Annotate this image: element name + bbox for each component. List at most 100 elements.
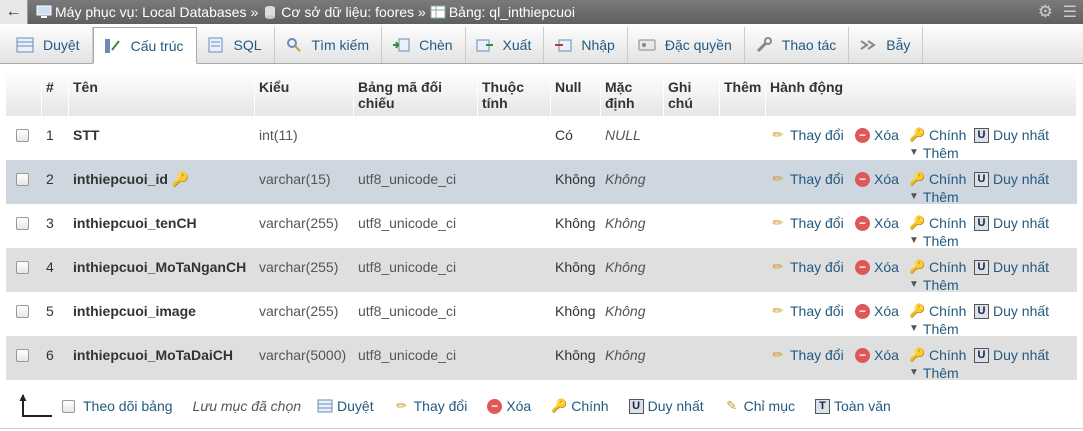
tab-export[interactable]: Xuất	[466, 27, 545, 63]
footer-fulltext-button[interactable]: T Toàn văn	[815, 398, 891, 414]
more-dropdown[interactable]: ▼ Thêm	[909, 277, 959, 293]
change-button[interactable]: ✏ Thay đổi	[770, 303, 844, 319]
menu-icon[interactable]: ☰	[1063, 2, 1077, 22]
footer-fulltext-label: Toàn văn	[834, 398, 891, 414]
footer-index-button[interactable]: ✎ Chỉ mục	[724, 398, 795, 414]
drop-button[interactable]: − Xóa	[855, 215, 899, 231]
tab-triggers[interactable]: Bẫy	[849, 27, 924, 63]
drop-button[interactable]: − Xóa	[855, 303, 899, 319]
pencil-icon: ✏	[396, 398, 408, 413]
column-name: inthiepcuoi_id	[73, 171, 168, 187]
tab-browse[interactable]: Duyệt	[6, 27, 93, 63]
change-button[interactable]: ✏ Thay đổi	[770, 347, 844, 363]
unique-button[interactable]: U Duy nhất	[974, 215, 1049, 231]
wrench-icon	[756, 37, 772, 53]
breadcrumb-table[interactable]: Bảng: ql_inthiepcuoi	[449, 4, 575, 20]
breadcrumb-server[interactable]: Máy phục vụ: Local Databases	[55, 4, 246, 20]
unique-button[interactable]: U Duy nhất	[974, 259, 1049, 275]
pencil-icon: ✏	[772, 303, 784, 318]
footer-change-button[interactable]: ✏ Thay đổi	[394, 398, 467, 414]
table-row: 2 inthiepcuoi_id 🔑 varchar(15) utf8_unicode_…	[6, 160, 1077, 205]
tab-operations[interactable]: Thao tác	[745, 27, 850, 63]
more-dropdown[interactable]: ▼ Thêm	[909, 233, 959, 249]
tab-import[interactable]: Nhập	[544, 27, 628, 63]
row-checkbox-cell	[6, 292, 42, 336]
check-all[interactable]: Theo dõi bảng	[62, 398, 173, 414]
primary-button[interactable]: 🔑 Chính	[909, 259, 966, 275]
sql-icon	[208, 37, 222, 53]
breadcrumb-bar: ← Máy phục vụ: Local Databases » Cơ sở d…	[0, 0, 1083, 24]
more-dropdown[interactable]: ▼ Thêm	[909, 321, 959, 337]
unique-button[interactable]: U Duy nhất	[974, 127, 1049, 143]
primary-key-icon: 🔑	[171, 171, 190, 187]
footer-unique-button[interactable]: U Duy nhất	[628, 398, 704, 414]
primary-button[interactable]: 🔑 Chính	[909, 303, 966, 319]
unique-icon: U	[974, 347, 989, 363]
unique-icon: U	[974, 127, 989, 143]
column-name: inthiepcuoi_tenCH	[73, 215, 197, 231]
change-button[interactable]: ✏ Thay đổi	[770, 127, 844, 143]
delete-icon: −	[487, 398, 503, 414]
row-checkbox-cell	[6, 248, 42, 292]
row-checkbox[interactable]	[16, 129, 29, 142]
tab-privileges[interactable]: Đặc quyền	[628, 27, 745, 63]
change-label: Thay đổi	[790, 347, 844, 363]
drop-button[interactable]: − Xóa	[855, 127, 899, 143]
more-dropdown[interactable]: ▼ Thêm	[909, 365, 959, 381]
more-label: Thêm	[922, 365, 959, 381]
row-checkbox[interactable]	[16, 173, 29, 186]
tab-search[interactable]: Tìm kiếm	[275, 27, 383, 63]
more-dropdown[interactable]: ▼ Thêm	[909, 145, 959, 161]
change-button[interactable]: ✏ Thay đổi	[770, 171, 844, 187]
row-checkbox[interactable]	[16, 217, 29, 230]
more-dropdown[interactable]: ▼ Thêm	[909, 189, 959, 205]
primary-label: Chính	[929, 127, 967, 143]
footer-drop-label: Xóa	[506, 398, 532, 414]
server-icon	[36, 5, 52, 18]
collapse-arrow-icon[interactable]: ←	[0, 0, 28, 24]
structure-icon	[104, 38, 120, 53]
row-type: varchar(5000)	[259, 347, 347, 363]
tab-insert[interactable]: Chèn	[382, 27, 466, 63]
change-button[interactable]: ✏ Thay đổi	[770, 259, 844, 275]
row-checkbox[interactable]	[16, 305, 29, 318]
primary-button[interactable]: 🔑 Chính	[909, 215, 966, 231]
unique-button[interactable]: U Duy nhất	[974, 303, 1049, 319]
unique-label: Duy nhất	[993, 127, 1050, 143]
select-arrow-icon: ▲	[16, 390, 62, 421]
unique-button[interactable]: U Duy nhất	[974, 347, 1049, 363]
privileges-icon	[638, 39, 656, 51]
primary-button[interactable]: 🔑 Chính	[909, 171, 966, 187]
footer-browse-button[interactable]: Duyệt	[317, 398, 374, 414]
key-icon: 🔑	[909, 215, 926, 230]
primary-button[interactable]: 🔑 Chính	[909, 127, 966, 143]
key-icon: 🔑	[909, 259, 926, 274]
check-all-checkbox[interactable]	[62, 399, 75, 413]
row-checkbox[interactable]	[16, 261, 29, 274]
primary-button[interactable]: 🔑 Chính	[909, 347, 966, 363]
search-icon	[286, 38, 301, 52]
drop-button[interactable]: − Xóa	[855, 171, 899, 187]
row-checkbox-cell	[6, 116, 42, 160]
footer-primary-button[interactable]: 🔑 Chính	[551, 398, 608, 414]
row-comments	[664, 116, 720, 160]
change-button[interactable]: ✏ Thay đổi	[770, 215, 844, 231]
import-icon	[555, 39, 572, 52]
row-default: Không	[605, 215, 646, 231]
breadcrumb-database[interactable]: Cơ sở dữ liệu: foores	[281, 4, 414, 20]
more-label: Thêm	[922, 189, 959, 205]
pencil-icon: ✏	[772, 347, 784, 362]
header-action: Hành động	[766, 72, 1077, 116]
drop-button[interactable]: − Xóa	[855, 347, 899, 363]
gear-icon[interactable]: ⚙	[1038, 2, 1053, 22]
tab-label: Thao tác	[781, 37, 837, 53]
footer-drop-button[interactable]: − Xóa	[487, 398, 531, 414]
drop-button[interactable]: − Xóa	[855, 259, 899, 275]
row-checkbox[interactable]	[16, 349, 29, 362]
unique-label: Duy nhất	[993, 215, 1050, 231]
tab-sql[interactable]: SQL	[197, 27, 275, 63]
more-label: Thêm	[922, 321, 959, 337]
tab-structure[interactable]: Cấu trúc	[92, 27, 197, 64]
row-name: inthiepcuoi_id 🔑	[69, 160, 255, 204]
unique-button[interactable]: U Duy nhất	[974, 171, 1049, 187]
